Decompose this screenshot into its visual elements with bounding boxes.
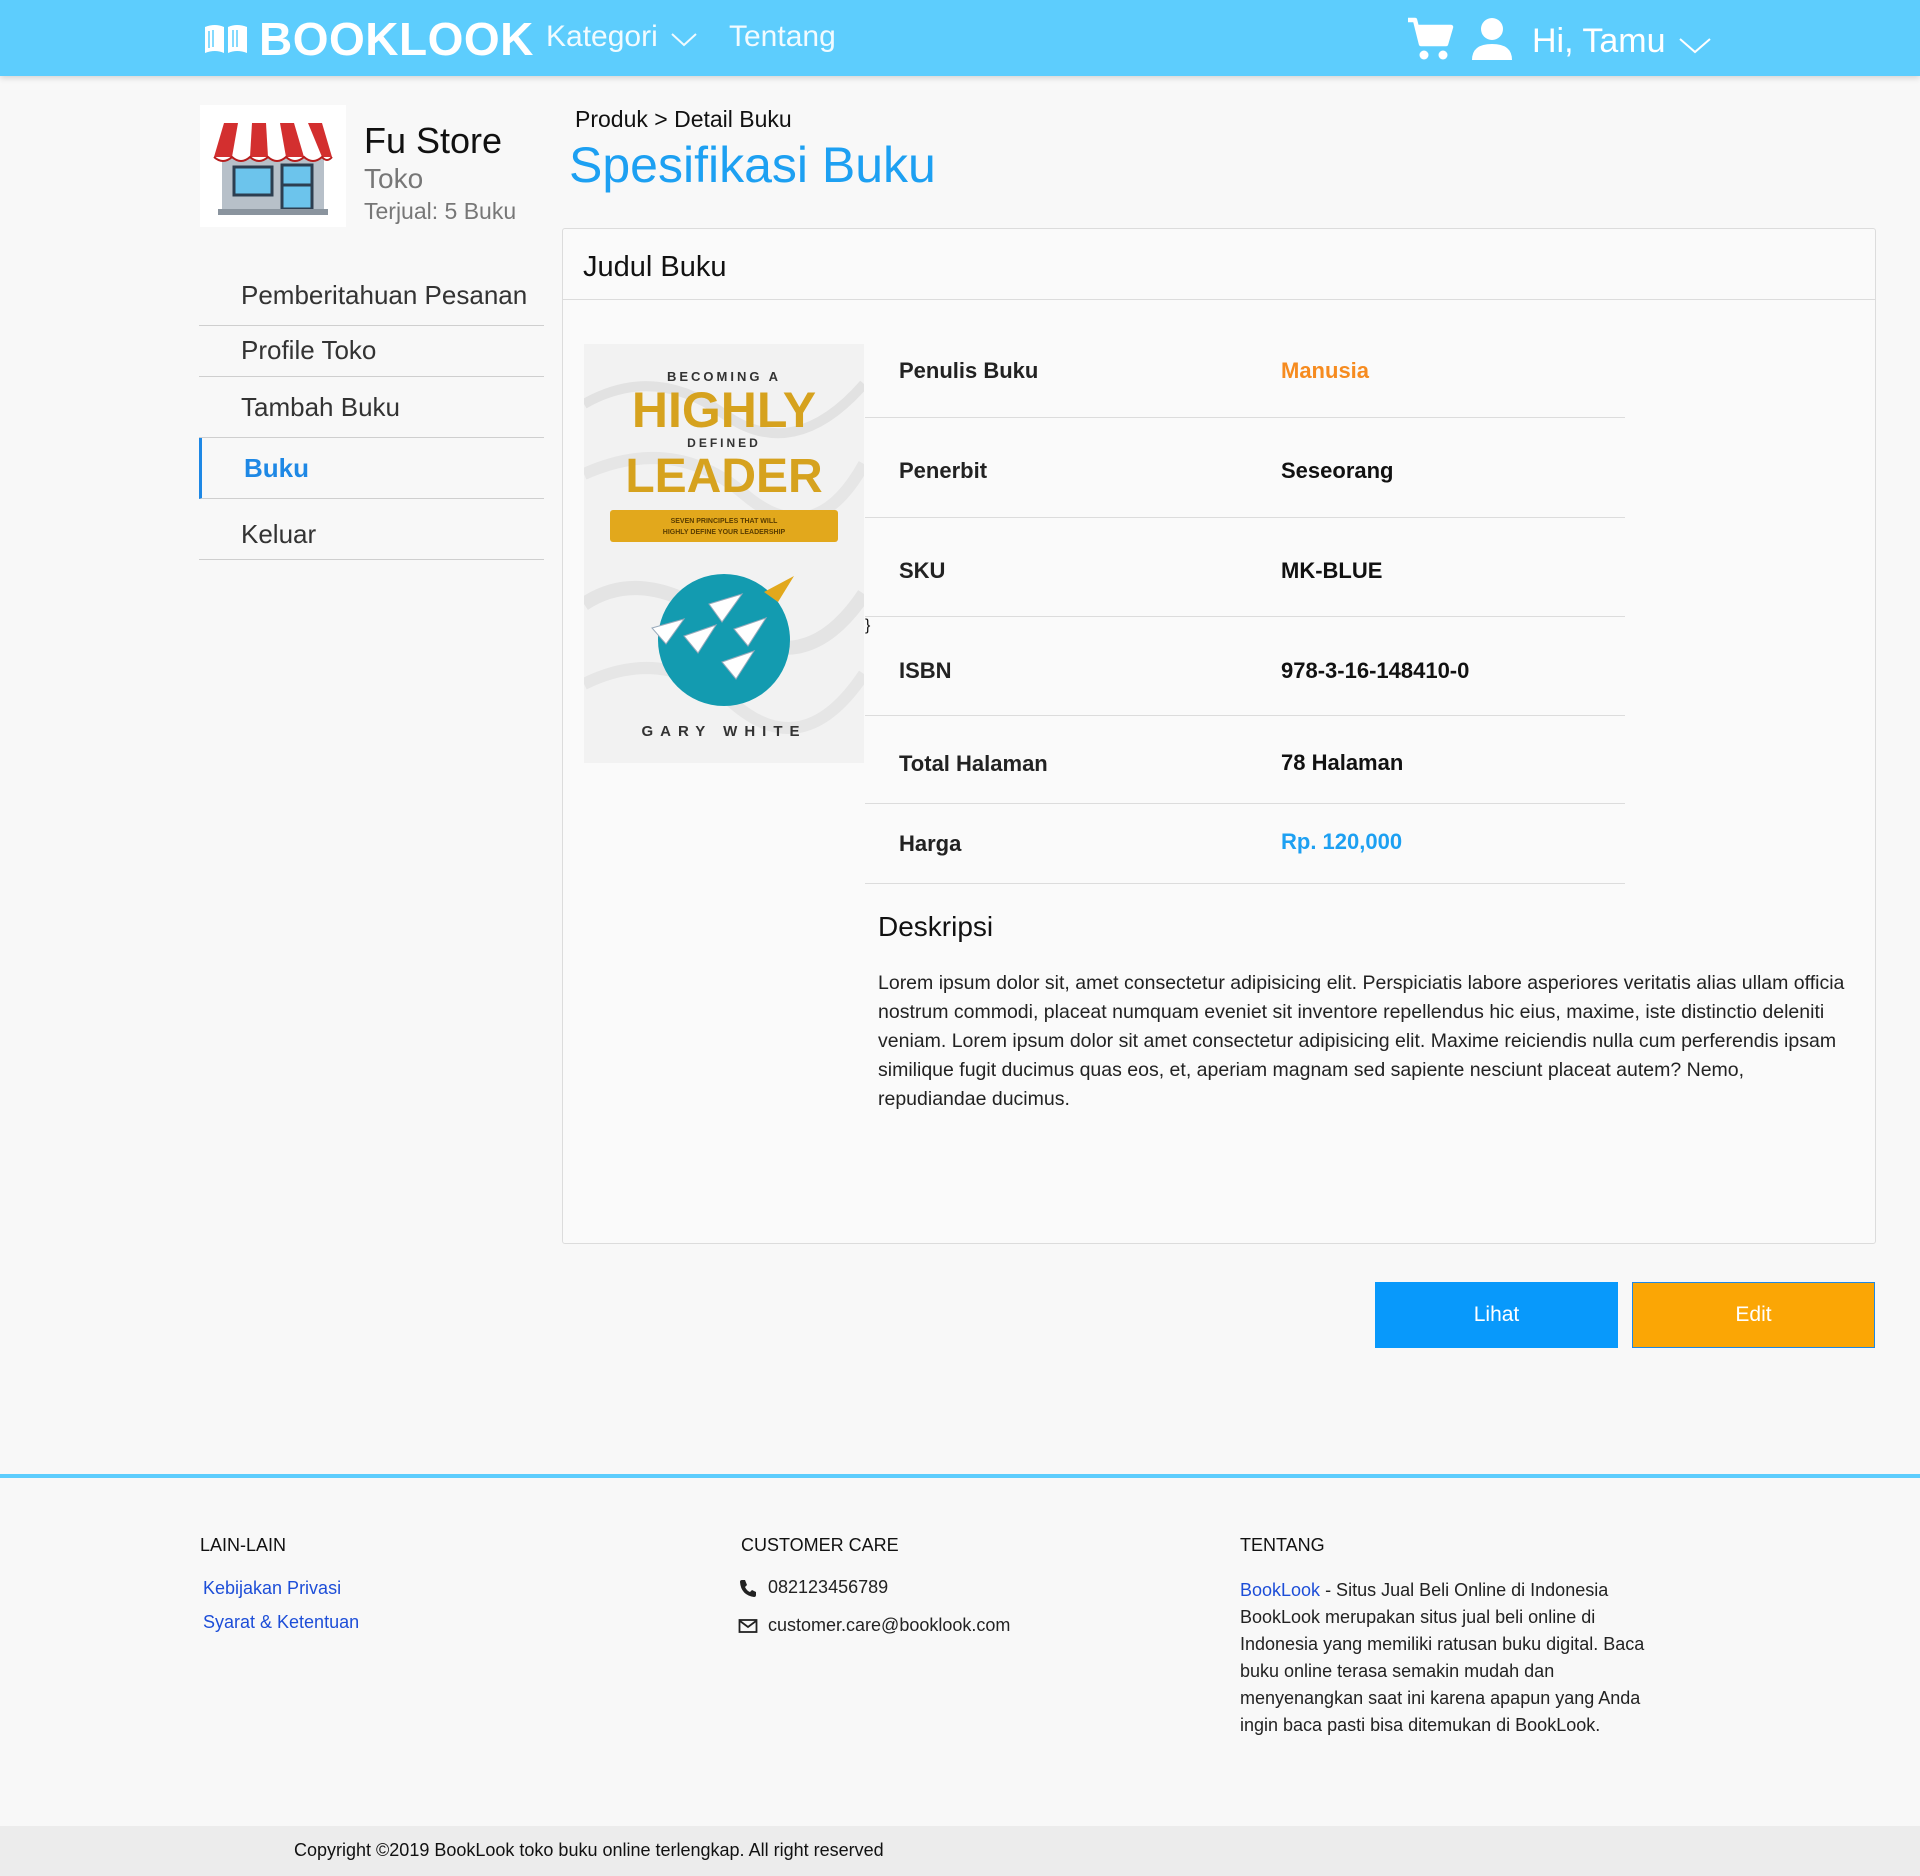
- sidebar-item-label: Pemberitahuan Pesanan: [241, 280, 528, 310]
- footer-about-brand[interactable]: BookLook: [1240, 1580, 1320, 1600]
- footer-heading-customer-care: CUSTOMER CARE: [741, 1535, 899, 1555]
- chevron-down-icon: [1678, 37, 1711, 53]
- spec-value-author[interactable]: Manusia: [1281, 358, 1369, 384]
- nav-kategori[interactable]: Kategori: [546, 20, 698, 54]
- copyright-text: Copyright ©2019 BookLook toko buku onlin…: [294, 1840, 884, 1860]
- spec-row-sku: SKU MK-BLUE: [865, 518, 1625, 617]
- footer-link-privacy[interactable]: Kebijakan Privasi: [203, 1578, 341, 1599]
- cover-highly-text: HIGHLY: [632, 382, 816, 438]
- spec-row-penulis: Penulis Buku Manusia: [865, 313, 1625, 418]
- spec-row-isbn: ISBN 978-3-16-148410-0 }: [865, 617, 1625, 716]
- spec-value-isbn: 978-3-16-148410-0: [1281, 658, 1470, 683]
- footer-about: BookLook - Situs Jual Beli Online di Ind…: [1240, 1577, 1660, 1739]
- book-title: Judul Buku: [583, 251, 727, 283]
- spec-label: Total Halaman: [899, 751, 1048, 776]
- user-icon[interactable]: [1470, 16, 1514, 60]
- description-title: Deskripsi: [878, 911, 994, 942]
- store-name: Fu Store: [364, 120, 503, 161]
- cover-defined-text: DEFINED: [687, 436, 761, 450]
- spec-label: Harga: [899, 831, 962, 856]
- description-text: Lorem ipsum dolor sit, amet consectetur …: [878, 972, 1845, 1110]
- spec-value-pages: 78 Halaman: [1281, 750, 1404, 775]
- spec-value-publisher: Seseorang: [1281, 458, 1394, 483]
- sidebar-item-pemberitahuan-pesanan[interactable]: Pemberitahuan Pesanan: [199, 262, 544, 326]
- footer-phone: 082123456789: [738, 1577, 888, 1598]
- store-sold-count: Terjual: 5 Buku: [364, 198, 517, 224]
- footer-heading-lain-lain: LAIN-LAIN: [200, 1535, 287, 1555]
- spec-label: SKU: [899, 558, 946, 583]
- footer-phone-number: 082123456789: [768, 1577, 889, 1597]
- copyright-bar: Copyright ©2019 BookLook toko buku onlin…: [0, 1826, 1920, 1876]
- card-header: Judul Buku: [563, 229, 1875, 300]
- spec-label: Penulis Buku: [899, 358, 1039, 383]
- sidebar-item-profile-toko[interactable]: Profile Toko: [199, 326, 544, 377]
- greeting-text: Hi, Tamu: [1532, 22, 1666, 60]
- sidebar-item-keluar[interactable]: Keluar: [199, 499, 544, 560]
- cover-leader-text: LEADER: [625, 450, 822, 503]
- footer-email[interactable]: customer.care@booklook.com: [738, 1615, 1010, 1636]
- cover-author-text: GARY WHITE: [641, 723, 806, 740]
- chevron-down-icon: [671, 33, 697, 47]
- store-logo: [200, 105, 346, 227]
- sidebar-item-label: Buku: [244, 453, 309, 483]
- footer-divider: [0, 1474, 1920, 1478]
- footer-email-address: customer.care@booklook.com: [768, 1615, 1011, 1635]
- sidebar-item-label: Keluar: [241, 519, 317, 549]
- spec-row-halaman: Total Halaman 78 Halaman: [865, 716, 1625, 804]
- cart-icon[interactable]: [1406, 16, 1454, 62]
- sidebar-item-label: Tambah Buku: [241, 392, 400, 422]
- breadcrumb[interactable]: Produk > Detail Buku: [575, 106, 792, 133]
- spec-label: Penerbit: [899, 458, 988, 483]
- mail-icon: [738, 1618, 758, 1633]
- book-detail-card: Judul Buku BECOMING A HIGHLY DEFINED LEA…: [562, 228, 1876, 1244]
- edit-button[interactable]: Edit: [1632, 1282, 1875, 1348]
- storefront-icon: [200, 105, 346, 227]
- nav-tentang[interactable]: Tentang: [729, 20, 836, 54]
- spec-label: ISBN: [899, 658, 952, 683]
- navbar: BOOKLOOK Kategori Tentang Hi, Tamu: [0, 0, 1920, 76]
- phone-icon: [740, 1579, 756, 1597]
- sidebar-item-tambah-buku[interactable]: Tambah Buku: [199, 377, 544, 438]
- brand-logo[interactable]: BOOKLOOK: [203, 12, 534, 66]
- footer-about-text: BookLook merupakan situs jual beli onlin…: [1240, 1607, 1645, 1735]
- book-cover-image: BECOMING A HIGHLY DEFINED LEADER SEVEN P…: [584, 344, 864, 763]
- spec-value-price: Rp. 120,000: [1281, 829, 1403, 854]
- spec-row-penerbit: Penerbit Seseorang: [865, 418, 1625, 518]
- spec-row-harga: Harga Rp. 120,000: [865, 804, 1625, 884]
- cover-tagline-2: HIGHLY DEFINE YOUR LEADERSHIP: [663, 529, 786, 536]
- cover-tagline-1: SEVEN PRINCIPLES THAT WILL: [671, 518, 779, 525]
- store-type: Toko: [364, 163, 424, 194]
- brand-name: BOOKLOOK: [259, 13, 534, 65]
- open-book-icon: [205, 25, 247, 53]
- footer-heading-tentang: TENTANG: [1240, 1535, 1325, 1555]
- nav-tentang-label: Tentang: [729, 20, 836, 53]
- nav-kategori-label: Kategori: [546, 20, 658, 53]
- footer-about-tagline: - Situs Jual Beli Online di Indonesia: [1320, 1580, 1609, 1600]
- footer-link-terms[interactable]: Syarat & Ketentuan: [203, 1612, 359, 1633]
- sidebar-item-buku[interactable]: Buku: [199, 438, 544, 499]
- view-button[interactable]: Lihat: [1375, 1282, 1618, 1348]
- page-title: Spesifikasi Buku: [569, 137, 936, 193]
- spec-value-sku: MK-BLUE: [1281, 558, 1383, 583]
- user-menu[interactable]: Hi, Tamu: [1532, 22, 1712, 61]
- sidebar-item-label: Profile Toko: [241, 335, 377, 365]
